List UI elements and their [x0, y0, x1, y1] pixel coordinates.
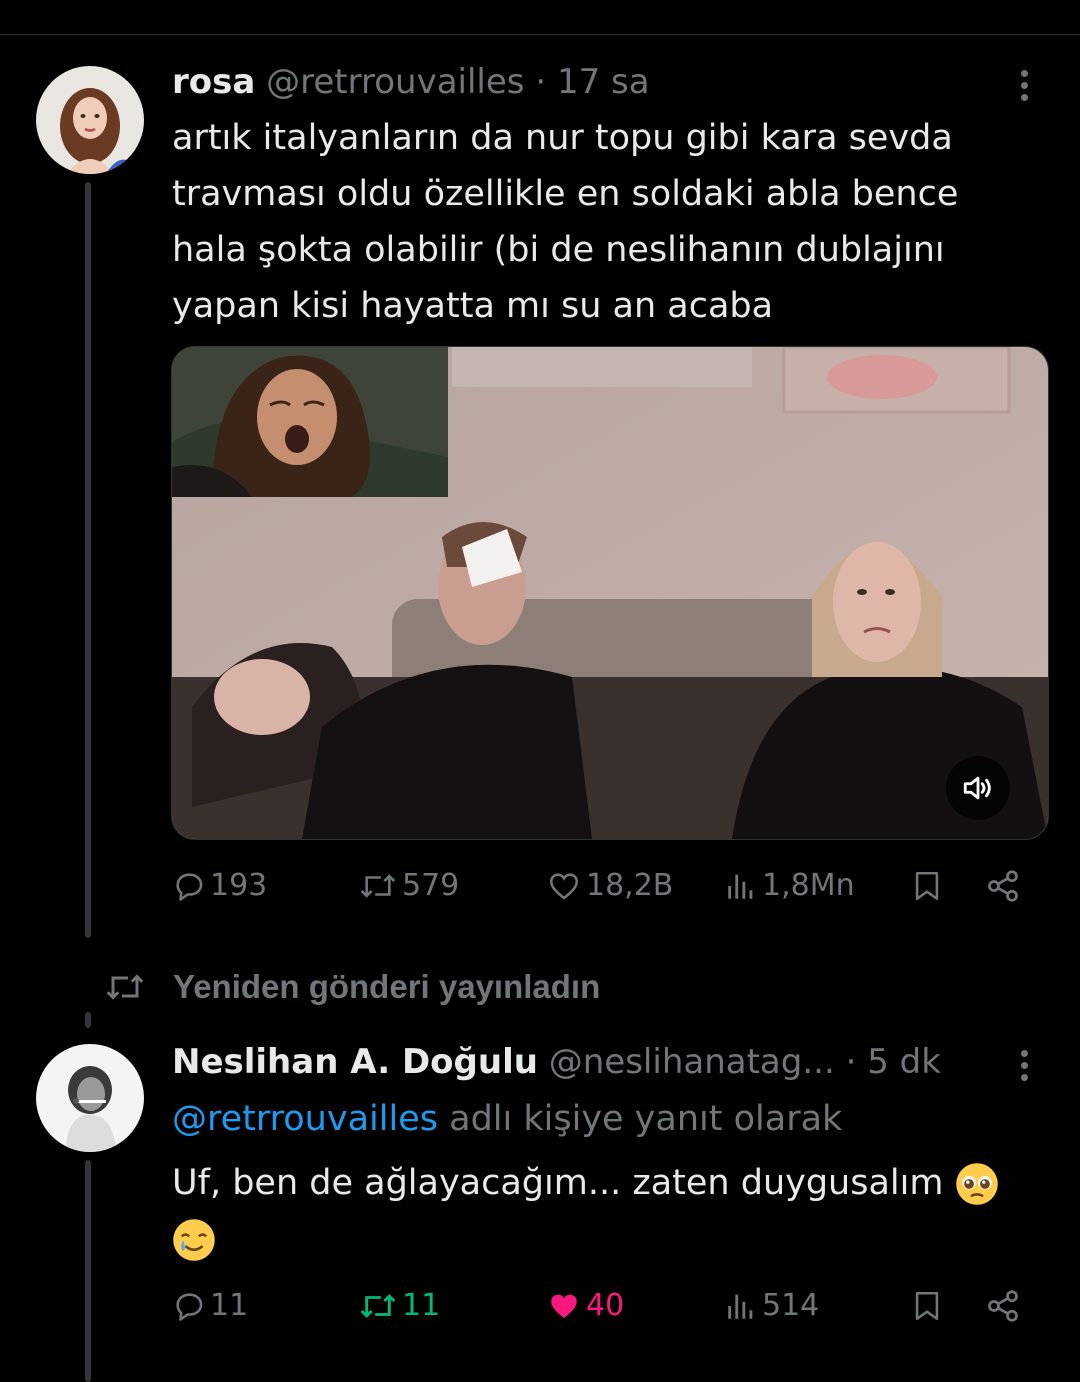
like-count: 18,2B [586, 868, 674, 903]
view-count: 1,8Mn [762, 868, 855, 903]
like-button[interactable]: 40 [546, 1288, 624, 1323]
like-icon [549, 872, 579, 900]
reply-to-suffix: adlı kişiye yanıt olarak [449, 1099, 843, 1139]
more-icon[interactable] [1021, 1050, 1031, 1086]
volume-button[interactable] [946, 756, 1010, 820]
share-icon [988, 870, 1018, 902]
repost-icon [106, 974, 144, 1000]
bookmark-icon [915, 871, 939, 901]
reply-to-link[interactable]: @retrrouvailles [172, 1099, 438, 1139]
share-button[interactable] [984, 868, 1022, 904]
smiling-face-with-tear-icon [173, 1219, 215, 1261]
timestamp[interactable]: 5 dk [867, 1042, 941, 1082]
repost-icon [360, 873, 396, 898]
avatar[interactable] [36, 1044, 144, 1152]
repost-button[interactable]: 11 [358, 1288, 440, 1323]
display-name[interactable]: rosa [172, 62, 255, 102]
separator: · [845, 1042, 857, 1082]
handle[interactable]: @retrrouvailles [266, 62, 524, 102]
avatar[interactable] [36, 66, 144, 174]
handle[interactable]: @neslihanatag... [549, 1042, 835, 1082]
tweet-header: Neslihan A. Doğulu @neslihanatag... · 5 … [172, 1040, 941, 1084]
volume-icon [963, 776, 991, 800]
thread-line-bottom [85, 1160, 91, 1382]
reply-icon [176, 872, 203, 901]
views-icon [728, 1294, 753, 1319]
like-count: 40 [586, 1288, 625, 1323]
share-button[interactable] [984, 1288, 1022, 1324]
like-button[interactable]: 18,2B [546, 868, 673, 903]
tweet-video[interactable] [171, 346, 1049, 840]
top-divider [0, 34, 1080, 35]
like-icon [551, 1294, 577, 1318]
more-icon[interactable] [1021, 70, 1031, 106]
tweet-text: Uf, ben de ağlayacağım... zaten duygusal… [172, 1155, 1032, 1267]
tweet-header: rosa @retrrouvailles · 17 sa [172, 60, 650, 104]
tweet-actions: 11 11 40 514 [172, 1288, 1032, 1332]
repost-notice-text: Yeniden gönderi yayınladın [173, 968, 601, 1005]
tweet-actions: 193 579 18,2B 1,8Mn [172, 868, 1032, 912]
view-count: 514 [762, 1288, 820, 1323]
thread-line [85, 182, 91, 938]
bookmark-button[interactable] [910, 868, 944, 904]
reply-icon [176, 1292, 203, 1321]
reply-count: 193 [210, 868, 268, 903]
repost-count: 11 [402, 1288, 441, 1323]
reply-button[interactable]: 11 [172, 1288, 248, 1323]
bookmark-button[interactable] [910, 1288, 944, 1324]
tweet-text-content: Uf, ben de ağlayacağım... zaten duygusal… [172, 1163, 944, 1203]
tweet-text: artık italyanların da nur topu gibi kara… [172, 118, 959, 326]
display-name[interactable]: Neslihan A. Doğulu [172, 1042, 538, 1082]
views-button[interactable]: 1,8Mn [724, 868, 855, 903]
separator: · [535, 62, 547, 102]
views-button[interactable]: 514 [724, 1288, 819, 1323]
views-icon [728, 874, 753, 899]
repost-button[interactable]: 579 [358, 868, 459, 903]
video-frame [172, 347, 1048, 839]
reply-button[interactable]: 193 [172, 868, 267, 903]
timestamp[interactable]: 17 sa [557, 62, 650, 102]
reply-context: @retrrouvailles adlı kişiye yanıt olarak [172, 1094, 842, 1144]
share-icon [988, 1290, 1018, 1322]
repost-icon [360, 1293, 396, 1318]
bookmark-icon [915, 1291, 939, 1321]
pleading-face-icon [955, 1163, 998, 1205]
repost-count: 579 [402, 868, 460, 903]
thread-line-top [85, 1012, 91, 1028]
repost-notice: Yeniden gönderi yayınladın [103, 968, 600, 1006]
reply-count: 11 [210, 1288, 249, 1323]
